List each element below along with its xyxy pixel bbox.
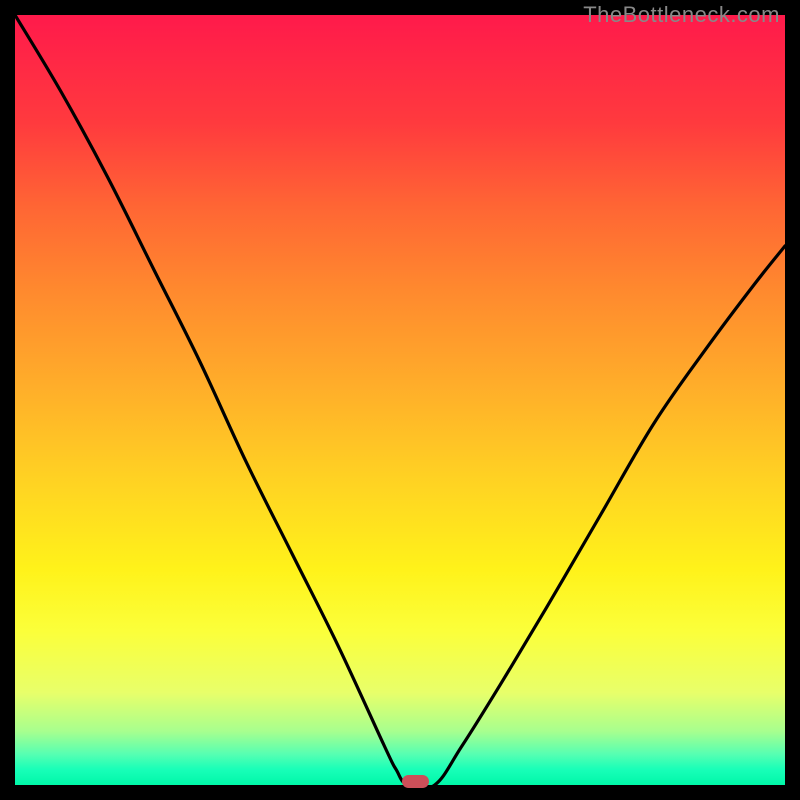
plot-gradient-area bbox=[15, 15, 785, 785]
curve-svg bbox=[15, 15, 785, 785]
optimum-marker bbox=[402, 775, 429, 788]
chart-outer-frame: TheBottleneck.com bbox=[0, 0, 800, 800]
bottleneck-curve bbox=[15, 15, 785, 785]
watermark-text: TheBottleneck.com bbox=[583, 2, 780, 28]
